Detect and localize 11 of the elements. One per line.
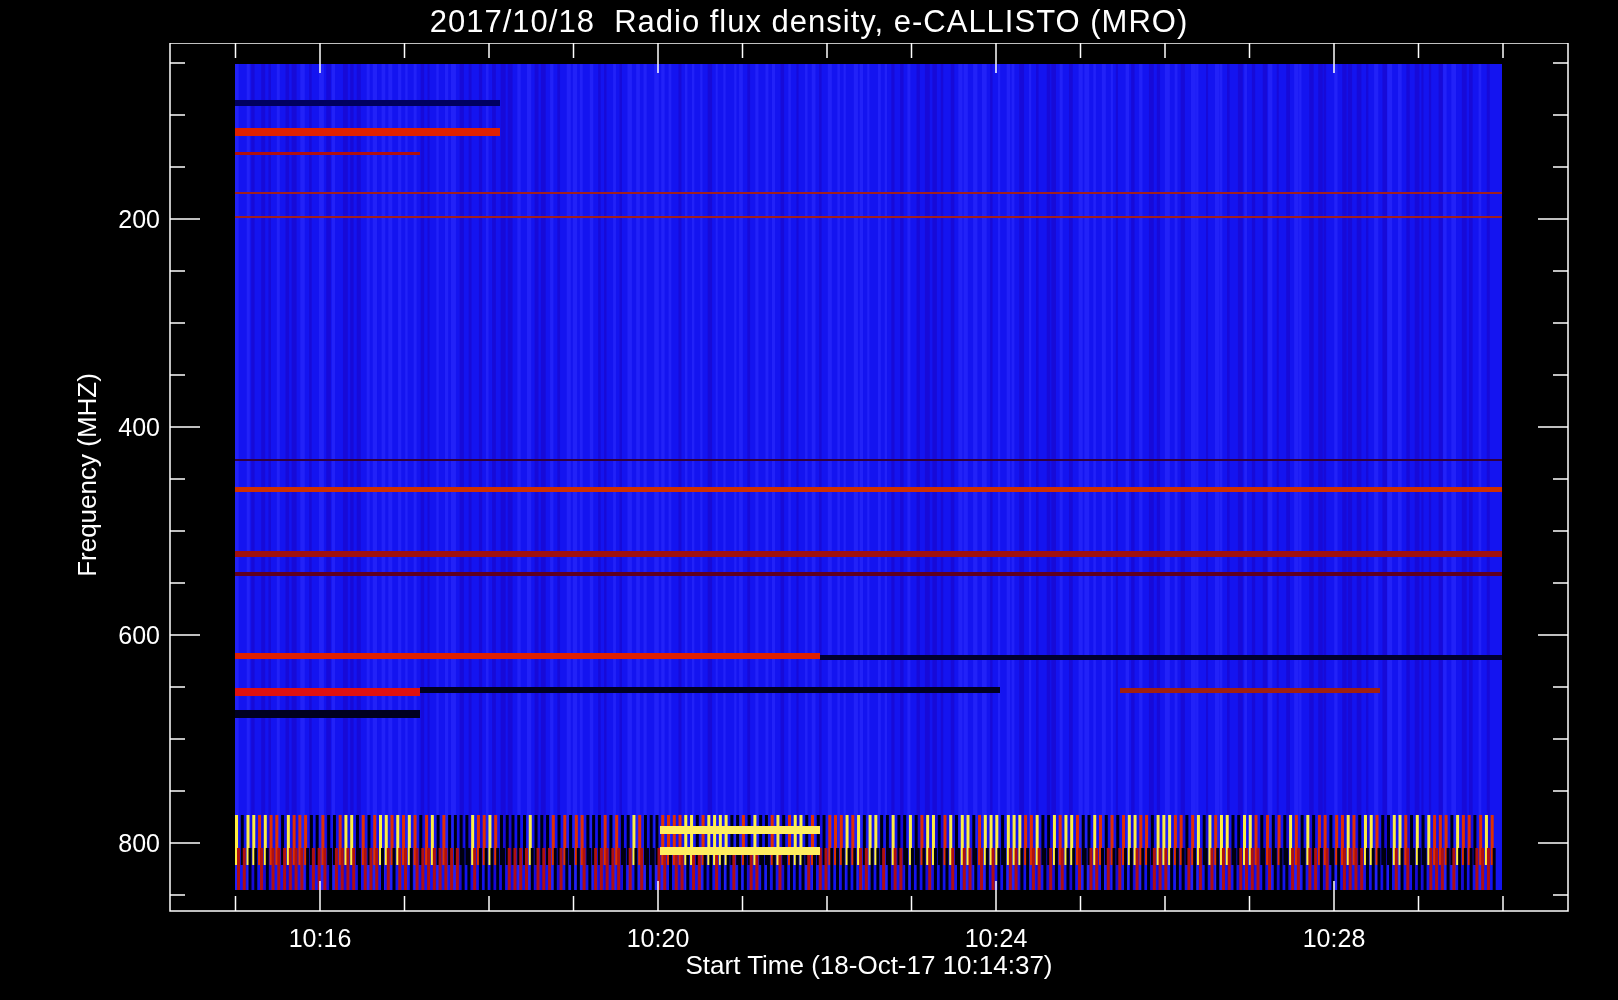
tick-label: 800 — [118, 829, 160, 857]
y-axis-label: Frequency (MHZ) — [72, 373, 102, 577]
tick-label: 10:20 — [626, 924, 690, 952]
x-axis-label: Start Time (18-Oct-17 10:14:37) — [685, 950, 1053, 980]
chart-title: 2017/10/18 Radio flux density, e-CALLISTO (MRO) — [428, 2, 1190, 41]
tick-label: 10:24 — [964, 924, 1028, 952]
tick-label: 400 — [118, 413, 160, 441]
tick-label: 10:28 — [1302, 924, 1366, 952]
tick-label: 600 — [118, 621, 160, 649]
tick-label: 200 — [118, 205, 160, 233]
tick-label: 10:16 — [288, 924, 352, 952]
